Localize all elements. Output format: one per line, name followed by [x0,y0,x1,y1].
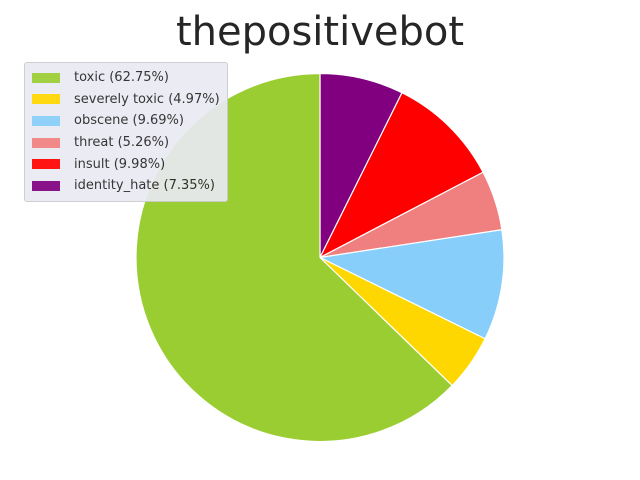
legend-label: obscene (9.69%) [74,113,184,129]
legend-swatch [32,72,60,83]
legend-label: insult (9.98%) [74,156,166,172]
legend-swatch [32,159,60,170]
legend-label: threat (5.26%) [74,135,170,151]
legend-swatch [32,137,60,148]
legend-item: toxic (62.75%) [25,67,227,89]
legend-label: toxic (62.75%) [74,70,169,86]
legend-item: obscene (9.69%) [25,110,227,132]
legend-swatch [32,180,60,191]
legend-item: severely toxic (4.97%) [25,89,227,111]
legend-item: insult (9.98%) [25,153,227,175]
legend-label: identity_hate (7.35%) [74,178,215,194]
legend-item: threat (5.26%) [25,132,227,154]
legend-swatch [32,94,60,105]
legend-item: identity_hate (7.35%) [25,175,227,197]
legend-swatch [32,115,60,126]
legend: toxic (62.75%) severely toxic (4.97%) ob… [24,62,228,202]
legend-label: severely toxic (4.97%) [74,91,220,107]
